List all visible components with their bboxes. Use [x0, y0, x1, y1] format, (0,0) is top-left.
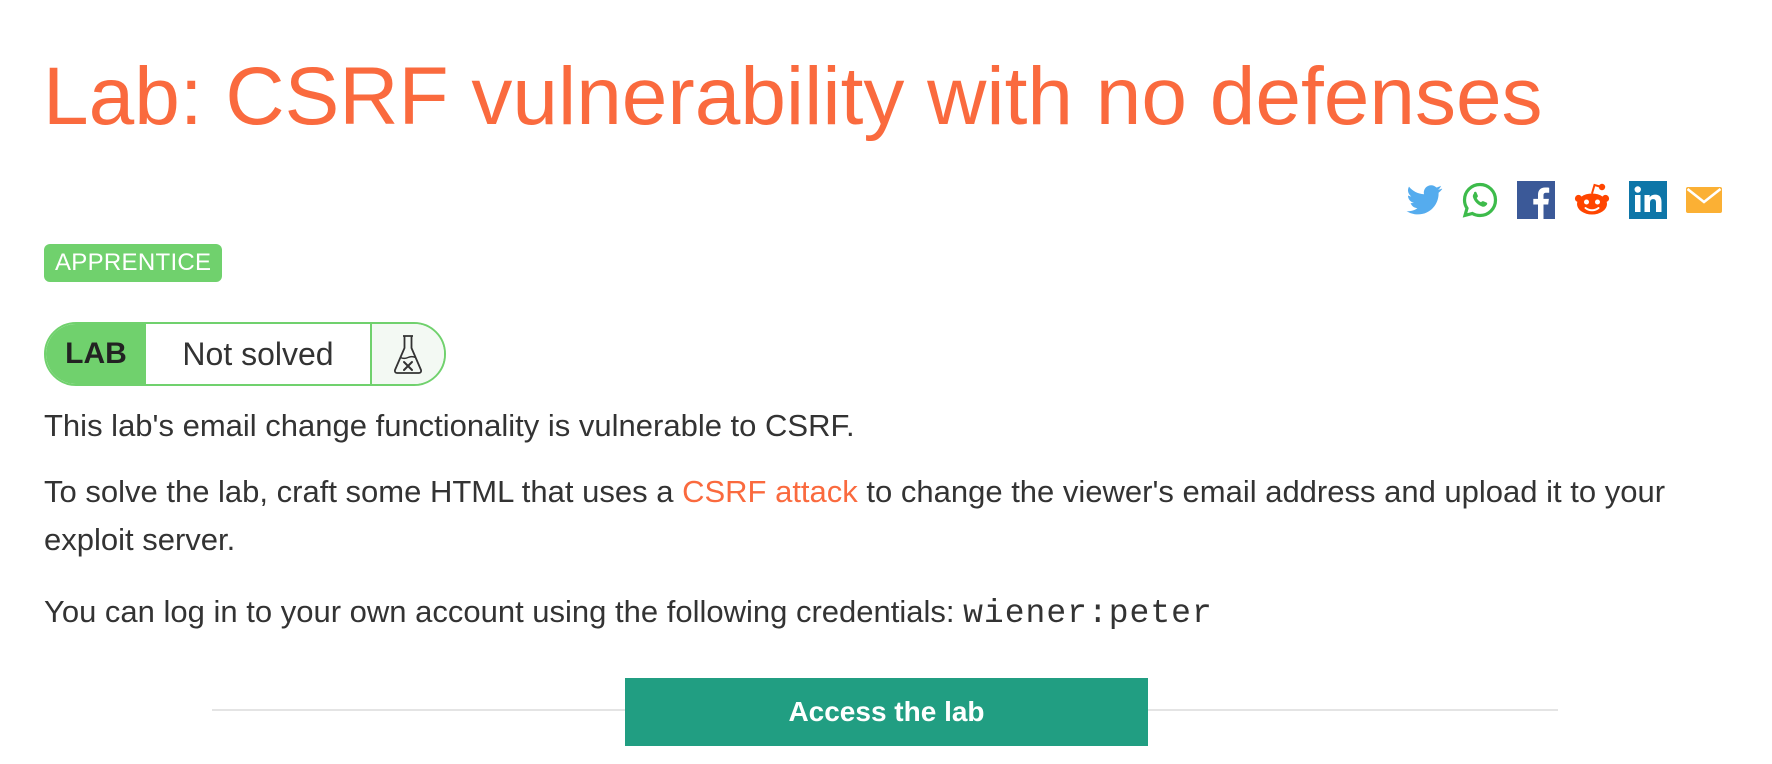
lab-page: Lab: CSRF vulnerability with no defenses — [0, 0, 1772, 764]
share-reddit-link[interactable] — [1572, 180, 1612, 220]
description-text: To solve the lab, craft some HTML that u… — [44, 474, 683, 509]
email-icon — [1686, 187, 1722, 213]
description-paragraph-2: To solve the lab, craft some HTML that u… — [44, 468, 1744, 564]
page-title: Lab: CSRF vulnerability with no defenses — [43, 51, 1543, 142]
csrf-attack-link[interactable]: CSRF attack — [682, 474, 858, 509]
share-twitter-link[interactable] — [1404, 180, 1444, 220]
share-whatsapp-link[interactable] — [1460, 180, 1500, 220]
lab-status-widget: LAB Not solved — [44, 322, 446, 386]
description-paragraph-3: You can log in to your own account using… — [44, 588, 1213, 638]
flask-icon — [393, 335, 423, 374]
lab-status-tag: LAB — [46, 324, 146, 384]
share-email-link[interactable] — [1684, 180, 1724, 220]
credentials-code: wiener:peter — [963, 595, 1213, 632]
description-text: You can log in to your own account using… — [44, 594, 964, 629]
lab-status-icon-box — [372, 324, 444, 384]
reddit-icon — [1574, 183, 1610, 215]
share-facebook-link[interactable] — [1516, 180, 1556, 220]
description-paragraph-1: This lab's email change functionality is… — [44, 408, 855, 443]
facebook-icon — [1517, 181, 1555, 219]
lab-status-text: Not solved — [146, 324, 372, 384]
linkedin-icon — [1629, 181, 1667, 219]
whatsapp-icon — [1462, 182, 1498, 218]
share-linkedin-link[interactable] — [1628, 180, 1668, 220]
share-bar — [1404, 180, 1724, 220]
level-badge: APPRENTICE — [44, 244, 223, 282]
twitter-icon — [1406, 185, 1443, 215]
access-lab-button[interactable]: Access the lab — [625, 678, 1148, 746]
